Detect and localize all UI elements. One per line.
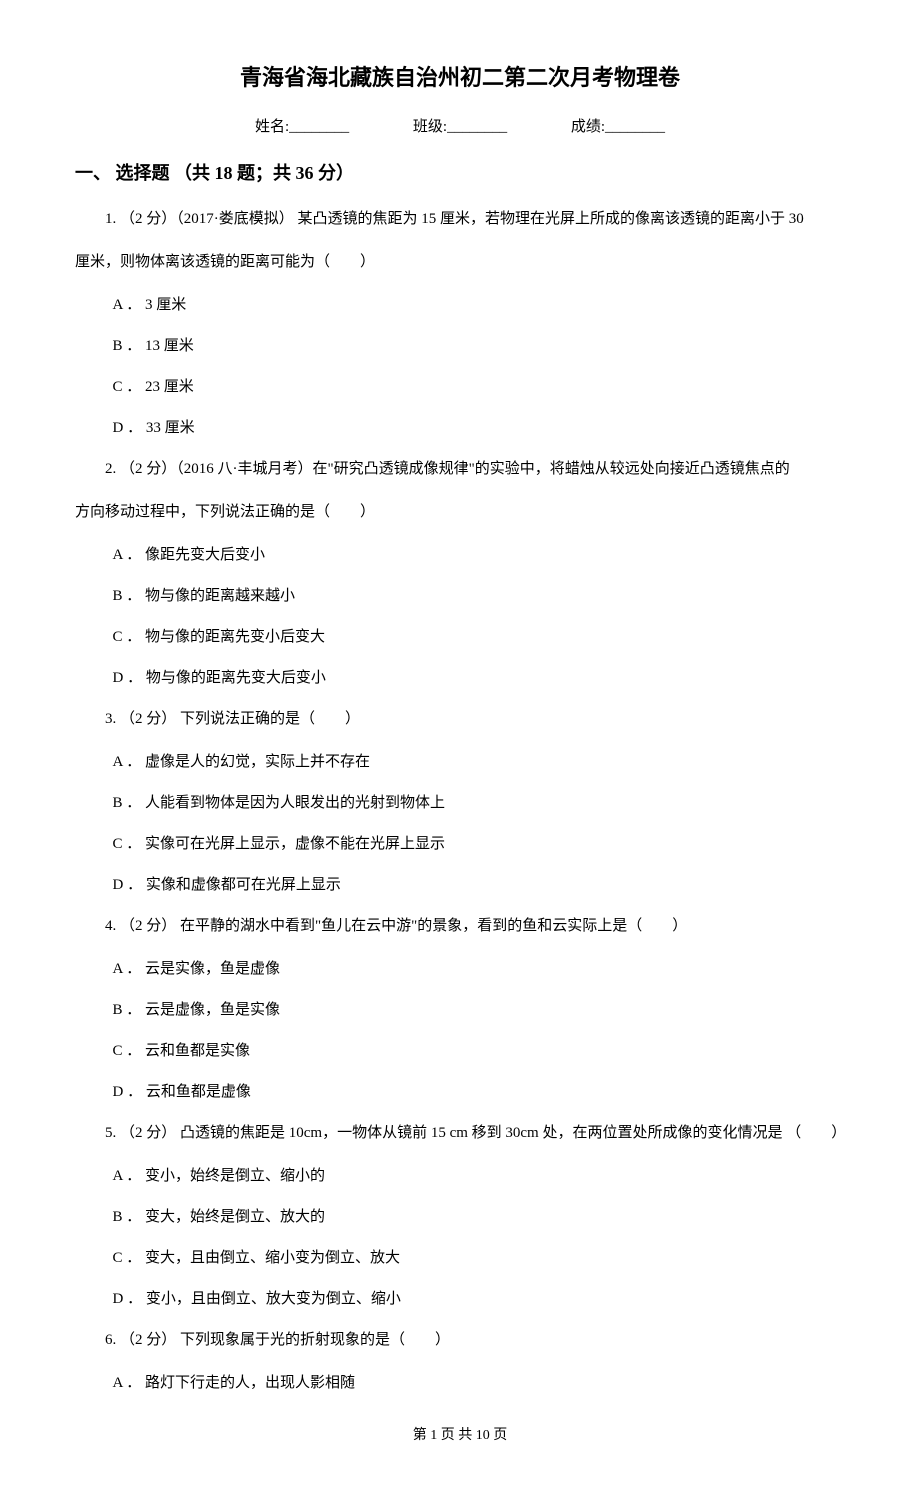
option-b: B ． 物与像的距离越来越小 [113,580,846,613]
question-stem-cont: 方向移动过程中，下列说法正确的是（ ） [75,496,845,529]
option-c: C ． 实像可在光屏上显示，虚像不能在光屏上显示 [113,828,846,861]
question-3: 3. （2 分） 下列说法正确的是（ ） A ． 虚像是人的幻觉，实际上并不存在… [75,703,845,902]
option-a: A ． 云是实像，鱼是虚像 [113,953,846,986]
option-c: C ． 物与像的距离先变小后变大 [113,621,846,654]
question-2: 2. （2 分）（2016 八·丰城月考）在"研究凸透镜成像规律"的实验中，将蜡… [75,453,845,695]
question-stem: 4. （2 分） 在平静的湖水中看到"鱼儿在云中游"的景象，看到的鱼和云实际上是… [75,910,845,943]
option-a: A ． 3 厘米 [113,289,846,322]
student-info-row: 姓名:________ 班级:________ 成绩:________ [75,115,845,139]
option-b: B ． 云是虚像，鱼是实像 [113,994,846,1027]
question-1: 1. （2 分）（2017·娄底模拟） 某凸透镜的焦距为 15 厘米，若物理在光… [75,203,845,445]
question-4: 4. （2 分） 在平静的湖水中看到"鱼儿在云中游"的景象，看到的鱼和云实际上是… [75,910,845,1109]
option-c: C ． 变大，且由倒立、缩小变为倒立、放大 [113,1242,846,1275]
question-5: 5. （2 分） 凸透镜的焦距是 10cm，一物体从镜前 15 cm 移到 30… [75,1117,845,1316]
option-d: D ． 物与像的距离先变大后变小 [113,662,846,695]
page-footer: 第 1 页 共 10 页 [75,1425,845,1447]
question-stem: 3. （2 分） 下列说法正确的是（ ） [75,703,845,736]
question-stem: 2. （2 分）（2016 八·丰城月考）在"研究凸透镜成像规律"的实验中，将蜡… [75,453,845,486]
option-c: C ． 23 厘米 [113,371,846,404]
question-6: 6. （2 分） 下列现象属于光的折射现象的是（ ） A ． 路灯下行走的人，出… [75,1324,845,1400]
option-d: D ． 云和鱼都是虚像 [113,1076,846,1109]
option-c: C ． 云和鱼都是实像 [113,1035,846,1068]
option-a: A ． 路灯下行走的人，出现人影相随 [113,1367,846,1400]
option-b: B ． 变大，始终是倒立、放大的 [113,1201,846,1234]
option-a: A ． 像距先变大后变小 [113,539,846,572]
class-field: 班级:________ [413,119,507,135]
option-b: B ． 人能看到物体是因为人眼发出的光射到物体上 [113,787,846,820]
page-title: 青海省海北藏族自治州初二第二次月考物理卷 [75,60,845,95]
score-field: 成绩:________ [571,119,665,135]
question-stem-cont: 厘米，则物体离该透镜的距离可能为（ ） [75,246,845,279]
name-field: 姓名:________ [255,119,349,135]
question-stem: 5. （2 分） 凸透镜的焦距是 10cm，一物体从镜前 15 cm 移到 30… [75,1117,845,1150]
section-heading: 一、 选择题 （共 18 题；共 36 分） [75,159,845,188]
option-d: D ． 变小，且由倒立、放大变为倒立、缩小 [113,1283,846,1316]
option-a: A ． 变小，始终是倒立、缩小的 [113,1160,846,1193]
question-stem: 1. （2 分）（2017·娄底模拟） 某凸透镜的焦距为 15 厘米，若物理在光… [75,203,845,236]
option-a: A ． 虚像是人的幻觉，实际上并不存在 [113,746,846,779]
option-b: B ． 13 厘米 [113,330,846,363]
option-d: D ． 33 厘米 [113,412,846,445]
option-d: D ． 实像和虚像都可在光屏上显示 [113,869,846,902]
question-stem: 6. （2 分） 下列现象属于光的折射现象的是（ ） [75,1324,845,1357]
